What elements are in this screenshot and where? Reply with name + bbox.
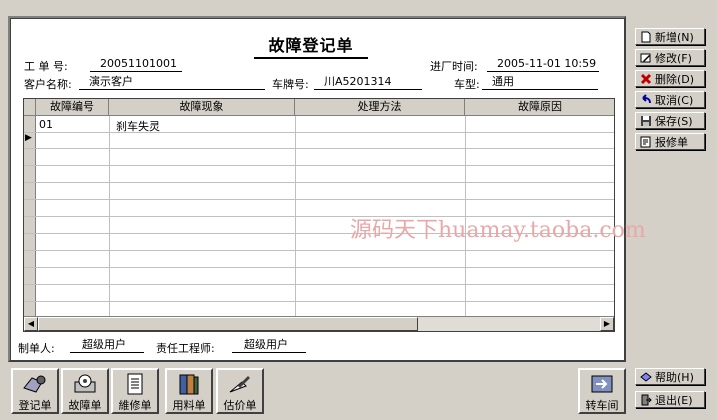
grid-header: 故障编号 故障现象 处理方法 故障原因 (24, 99, 614, 116)
repair-order-button-label: 报修单 (655, 135, 688, 149)
form-title: 故障登记单 (254, 32, 368, 59)
delete-x-icon (640, 73, 652, 85)
cancel-button[interactable]: 取消(C) (635, 91, 705, 108)
edit-button[interactable]: 修改(F) (635, 49, 705, 66)
save-button[interactable]: 保存(S) (635, 112, 705, 129)
creator-value[interactable]: 超级用户 (70, 338, 144, 353)
row-divider (24, 284, 614, 285)
customer-value[interactable]: 演示客户 (79, 75, 265, 90)
register-form-button[interactable]: 登记单 (11, 368, 59, 414)
exit-button-label: 退出(E) (655, 393, 693, 407)
help-book-icon (640, 371, 652, 383)
work-no-value[interactable]: 20051101001 (90, 57, 182, 72)
material-form-label: 用料单 (172, 399, 206, 412)
scroll-left-button[interactable]: ◀ (24, 317, 38, 331)
fault-wheel-icon (71, 372, 99, 396)
transfer-workshop-button[interactable]: 转车间 (578, 368, 626, 414)
plate-value[interactable]: 川A5201314 (314, 75, 422, 90)
repair-form-icon (640, 136, 652, 148)
estimate-pen-icon (226, 372, 254, 396)
creator-label: 制单人: (18, 342, 55, 355)
row-divider (24, 199, 614, 200)
current-row-marker: ▶ (25, 133, 32, 143)
cell-symptom[interactable]: 刹车失灵 (116, 118, 160, 134)
horizontal-scrollbar[interactable]: ◀ ▶ (24, 316, 614, 331)
engineer-label: 责任工程师: (156, 342, 215, 355)
grid-corner (24, 99, 36, 115)
entry-time-value[interactable]: 2005-11-01 10:59 (487, 57, 599, 72)
transfer-icon (588, 372, 616, 396)
row-divider (24, 165, 614, 166)
plate-label: 车牌号: (272, 78, 309, 91)
new-button[interactable]: 新增(N) (635, 28, 705, 45)
row-divider (24, 182, 614, 183)
customer-label: 客户名称: (24, 78, 72, 91)
fault-form-label: 故障单 (68, 399, 102, 412)
register-car-icon (21, 372, 49, 396)
repair-document-icon (121, 372, 149, 396)
scroll-right-button[interactable]: ▶ (600, 317, 614, 331)
model-value[interactable]: 通用 (482, 75, 598, 90)
new-button-label: 新增(N) (655, 30, 694, 44)
model-label: 车型: (454, 78, 480, 91)
new-document-icon (640, 31, 652, 43)
exit-door-icon (640, 394, 652, 406)
row-divider (24, 301, 614, 302)
col-header-symptom[interactable]: 故障现象 (109, 99, 295, 115)
fault-form-button[interactable]: 故障单 (61, 368, 109, 414)
estimate-form-label: 估价单 (223, 399, 257, 412)
save-button-label: 保存(S) (655, 114, 693, 128)
help-button[interactable]: 帮助(H) (635, 368, 705, 385)
fault-registration-form: 故障登记单 工 单 号: 20051101001 进厂时间: 2005-11-0… (8, 16, 626, 362)
col-header-cause[interactable]: 故障原因 (465, 99, 615, 115)
floppy-disk-icon (640, 115, 652, 127)
col-header-code[interactable]: 故障编号 (36, 99, 109, 115)
row-divider (24, 250, 614, 251)
row-divider (24, 267, 614, 268)
scroll-thumb[interactable] (38, 317, 418, 331)
entry-time-label: 进厂时间: (430, 60, 478, 73)
transfer-workshop-label: 转车间 (585, 399, 619, 412)
delete-button-label: 删除(D) (655, 72, 695, 86)
undo-arrow-icon (640, 93, 652, 106)
delete-button[interactable]: 删除(D) (635, 70, 705, 87)
help-button-label: 帮助(H) (655, 370, 694, 384)
watermark-text: 源码天下huamay.taoba.com (350, 218, 646, 243)
cell-code[interactable]: 01 (39, 118, 53, 131)
repair-form-button[interactable]: 維修单 (111, 368, 159, 414)
material-books-icon (175, 372, 203, 396)
register-form-label: 登记单 (18, 399, 52, 412)
cancel-button-label: 取消(C) (655, 93, 694, 107)
engineer-value[interactable]: 超级用户 (232, 338, 306, 353)
repair-form-label: 維修单 (118, 399, 152, 412)
material-form-button[interactable]: 用料单 (165, 368, 213, 414)
estimate-form-button[interactable]: 估价单 (216, 368, 264, 414)
row-divider (24, 132, 614, 133)
row-divider (24, 148, 614, 149)
exit-button[interactable]: 退出(E) (635, 391, 705, 408)
work-no-label: 工 单 号: (24, 60, 68, 73)
repair-order-button[interactable]: 报修单 (635, 133, 705, 150)
pencil-icon (640, 52, 652, 64)
col-header-method[interactable]: 处理方法 (295, 99, 465, 115)
edit-button-label: 修改(F) (655, 51, 692, 65)
